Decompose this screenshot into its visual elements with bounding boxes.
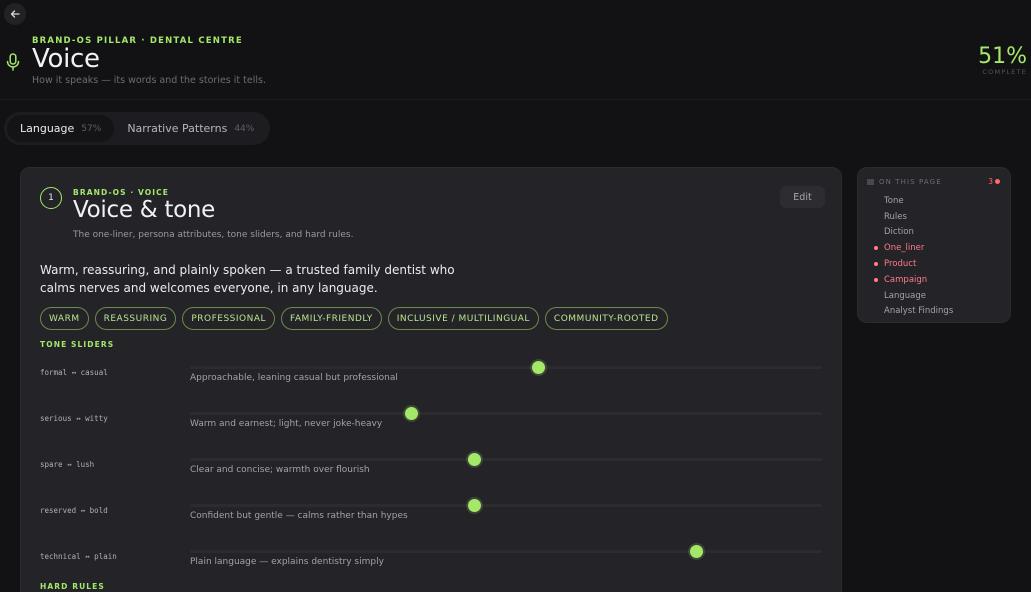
flag-count: 3 [988, 177, 993, 186]
tab-narrative-patterns[interactable]: Narrative Patterns 44% [114, 115, 267, 142]
page-subtitle: How it speaks — its words and the storie… [32, 75, 266, 86]
toc-item-one-liner[interactable]: One_liner [874, 240, 953, 256]
attribute-chip: COMMUNITY-ROOTED [544, 307, 668, 330]
card-eyebrow: BRAND-OS · VOICE [73, 188, 169, 197]
persona-attributes: WARM REASSURING PROFESSIONAL FAMILY-FRIE… [40, 307, 668, 330]
completion-percent: 51% [978, 44, 1027, 69]
list-icon [867, 179, 874, 185]
attribute-chip: WARM [40, 307, 89, 330]
toc-item-campaign[interactable]: Campaign [874, 272, 953, 288]
slider-description: Approachable, leaning casual but profess… [190, 373, 398, 383]
slider-track[interactable] [190, 453, 822, 466]
section-tabs: Language 57% Narrative Patterns 44% [4, 112, 271, 145]
slider-track[interactable] [190, 545, 822, 558]
toc-item-label: Analyst Findings [884, 306, 954, 317]
toc-item-label: One_liner [884, 243, 925, 254]
flag-dot-icon [874, 215, 878, 219]
tone-slider-formal-casual: formal ↔ casual Approachable, leaning ca… [40, 358, 825, 398]
attribute-chip: FAMILY-FRIENDLY [281, 307, 382, 330]
tab-percent: 44% [234, 123, 255, 134]
tone-slider-serious-witty: serious ↔ witty Warm and earnest; light,… [40, 404, 825, 444]
flag-dot-icon [874, 294, 878, 298]
slider-thumb[interactable] [468, 499, 482, 512]
toc-item-label: Tone [884, 195, 904, 206]
brand-one-liner: Warm, reassuring, and plainly spoken — a… [40, 263, 455, 295]
toc-item-label: Rules [884, 211, 907, 222]
tab-label: Language [20, 122, 75, 135]
tone-slider-technical-plain: technical ↔ plain Plain language — expla… [40, 542, 825, 582]
slider-description: Confident but gentle — calms rather than… [190, 511, 408, 521]
attribute-chip: INCLUSIVE / MULTILINGUAL [387, 307, 539, 330]
microphone-icon [6, 53, 20, 71]
toc-item-label: Language [884, 290, 926, 301]
tab-percent: 57% [81, 123, 102, 134]
tone-slider-spare-lush: spare ↔ lush Clear and concise; warmth o… [40, 450, 825, 490]
attribute-chip: REASSURING [94, 307, 177, 330]
slider-name: spare ↔ lush [40, 460, 95, 469]
toc-item-label: Campaign [884, 274, 928, 285]
flag-dot-icon [874, 262, 878, 267]
tone-sliders-heading: TONE SLIDERS [40, 340, 115, 349]
slider-track[interactable] [190, 361, 822, 374]
slider-track[interactable] [190, 499, 822, 512]
toc-item-analyst-findings[interactable]: Analyst Findings [874, 304, 953, 320]
slider-thumb[interactable] [405, 407, 419, 420]
flag-dot-icon [874, 246, 878, 251]
toc-item-tone[interactable]: Tone [874, 193, 953, 209]
slider-thumb[interactable] [689, 545, 703, 558]
toc-heading: ON THIS PAGE [867, 178, 942, 186]
hard-rules-heading: HARD RULES [40, 582, 105, 591]
slider-name: technical ↔ plain [40, 552, 117, 561]
flag-dot-icon [874, 231, 878, 235]
toc-heading-label: ON THIS PAGE [879, 178, 942, 186]
slider-description: Clear and concise; warmth over flourish [190, 465, 370, 475]
slider-description: Plain language — explains dentistry simp… [190, 557, 384, 567]
toc-item-diction[interactable]: Diction [874, 225, 953, 241]
flag-count-badge: 3 [988, 177, 1000, 186]
page-header: BRAND-OS PILLAR · DENTAL CENTRE Voice Ho… [0, 0, 1031, 100]
slider-name: serious ↔ witty [40, 414, 108, 423]
slider-thumb[interactable] [531, 361, 545, 374]
toc-item-label: Diction [884, 227, 914, 238]
voice-tone-card: 1 BRAND-OS · VOICE Voice & tone The one-… [20, 167, 842, 592]
toc-item-language[interactable]: Language [874, 288, 953, 304]
flag-dot-icon [874, 310, 878, 314]
slider-track[interactable] [190, 407, 822, 420]
on-this-page-panel: ON THIS PAGE 3 Tone Rules Diction One_li… [857, 167, 1011, 323]
tab-label: Narrative Patterns [127, 122, 228, 135]
flag-dot-icon [995, 179, 1000, 184]
tone-slider-reserved-bold: reserved ↔ bold Confident but gentle — c… [40, 496, 825, 536]
completion-label: COMPLETE [982, 68, 1027, 76]
toc-item-rules[interactable]: Rules [874, 209, 953, 225]
slider-name: reserved ↔ bold [40, 506, 108, 515]
card-title: Voice & tone [73, 197, 215, 223]
edit-button[interactable]: Edit [780, 186, 825, 208]
tab-language[interactable]: Language 57% [7, 115, 115, 142]
slider-description: Warm and earnest; light, never joke-heav… [190, 419, 383, 429]
slider-thumb[interactable] [468, 453, 482, 466]
toc-list: Tone Rules Diction One_liner Product Cam… [874, 193, 953, 319]
page-title: Voice [32, 44, 100, 74]
flag-dot-icon [874, 277, 878, 282]
section-number-badge: 1 [40, 187, 62, 209]
slider-name: formal ↔ casual [40, 368, 108, 377]
flag-dot-icon [874, 199, 878, 203]
toc-item-label: Product [884, 259, 917, 270]
toc-item-product[interactable]: Product [874, 256, 953, 272]
attribute-chip: PROFESSIONAL [182, 307, 276, 330]
card-subtitle: The one-liner, persona attributes, tone … [73, 230, 354, 240]
